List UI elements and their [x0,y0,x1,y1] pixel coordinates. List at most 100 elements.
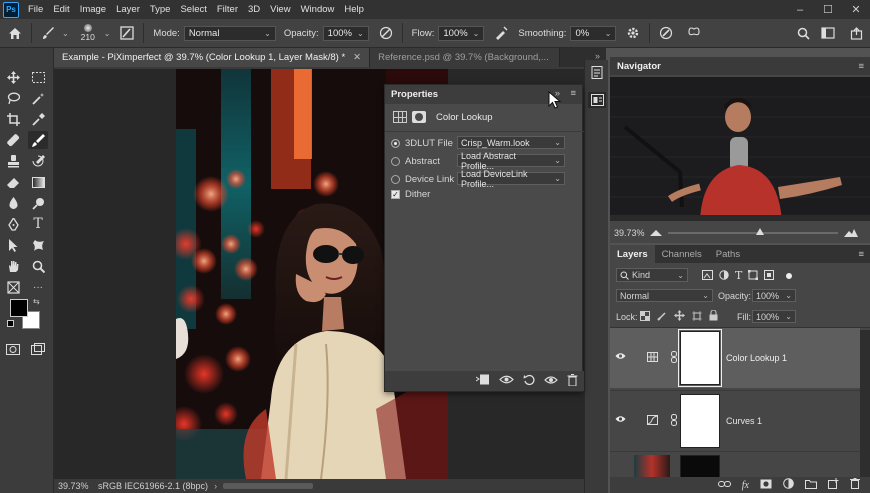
menu-filter[interactable]: Filter [212,4,243,15]
history-panel-icon[interactable] [588,64,606,80]
dither-option[interactable]: ✓ Dither [391,189,430,200]
pen-tool-icon[interactable] [3,215,23,233]
hand-tool-icon[interactable] [3,257,23,275]
lock-artboard-icon[interactable] [692,310,702,323]
mask-icon[interactable] [412,111,426,123]
lut-file-radio[interactable] [391,139,400,148]
smoothing-field[interactable]: 0% ⌄ [570,25,617,41]
status-menu-icon[interactable]: › [214,481,217,491]
tab-paths[interactable]: Paths [709,245,747,263]
link-icon[interactable] [671,414,677,428]
history-brush-tool-icon[interactable] [28,152,48,170]
layer-mask-thumbnail[interactable] [678,329,722,387]
symmetry-butterfly-icon[interactable] [683,22,705,44]
layer-row-color-lookup[interactable]: Color Lookup 1 [610,328,860,388]
search-icon[interactable] [792,22,814,44]
lasso-tool-icon[interactable] [3,89,23,107]
close-button[interactable]: ✕ [842,0,870,19]
marquee-tool-icon[interactable] [28,68,48,86]
fill-field[interactable]: 100% ⌄ [752,310,796,323]
home-icon[interactable] [4,22,26,44]
brush-tool-icon[interactable] [37,22,59,44]
close-icon[interactable]: ✕ [353,52,361,63]
pressure-opacity-icon[interactable] [375,22,397,44]
gear-icon[interactable] [622,22,644,44]
menu-file[interactable]: File [23,4,48,15]
link-layers-icon[interactable] [717,480,731,491]
tab-channels[interactable]: Channels [655,245,709,263]
menu-help[interactable]: Help [339,4,369,15]
zoom-out-mountain-icon[interactable] [650,228,662,238]
zoom-slider[interactable] [668,228,838,235]
lock-transparent-icon[interactable] [640,310,650,323]
panel-menu-icon[interactable]: ≡ [858,61,864,72]
layer-mask-thumbnail[interactable] [680,455,720,477]
chevron-down-icon[interactable]: ⌄ [104,29,111,38]
eraser-tool-icon[interactable] [3,173,23,191]
clone-stamp-tool-icon[interactable] [3,152,23,170]
device-link-dropdown[interactable]: Load DeviceLink Profile... ⌄ [457,169,565,189]
abstract-dropdown[interactable]: Load Abstract Profile... ⌄ [457,151,565,171]
layer-row-partial[interactable] [610,451,860,477]
view-previous-state-icon[interactable] [499,374,514,388]
filter-toggle-icon[interactable] [786,272,793,279]
menu-edit[interactable]: Edit [48,4,74,15]
lock-position-icon[interactable] [674,310,685,323]
clip-to-layer-icon[interactable] [475,374,490,388]
dither-checkbox[interactable]: ✓ [391,190,400,199]
layer-opacity-field[interactable]: 100% ⌄ [752,289,796,302]
zoom-in-mountain-icon[interactable] [844,228,858,239]
fx-icon[interactable]: fx [742,480,749,491]
healing-brush-tool-icon[interactable] [3,131,23,149]
properties-panel-icon[interactable] [588,92,606,108]
menu-image[interactable]: Image [75,4,111,15]
layers-scrollbar[interactable] [860,330,870,477]
trash-icon[interactable] [567,373,578,389]
tab-layers[interactable]: Layers [610,245,655,263]
navigator-preview[interactable] [610,77,870,221]
menu-3d[interactable]: 3D [243,4,265,15]
magic-wand-tool-icon[interactable] [28,89,48,107]
tab-reference-document[interactable]: Reference.psd @ 39.7% (Background,... [370,48,561,67]
type-tool-icon[interactable]: T [28,215,48,233]
lock-all-icon[interactable] [709,309,718,323]
layer-name[interactable]: Curves 1 [726,416,762,426]
filter-shape-icon[interactable] [748,269,759,282]
lock-image-icon[interactable] [657,311,667,323]
custom-shape-tool-icon[interactable] [28,236,48,254]
trash-icon[interactable] [850,478,860,492]
pressure-size-icon[interactable] [655,22,677,44]
filter-pixel-icon[interactable] [702,269,713,282]
workspace-icon[interactable] [817,22,839,44]
link-icon[interactable] [671,351,677,365]
more-tools-icon[interactable]: ··· [28,278,48,296]
filter-type-icon[interactable]: T [735,269,742,282]
new-adjustment-icon[interactable] [783,478,794,492]
mode-dropdown[interactable]: Normal ⌄ [183,25,276,41]
panel-menu-icon[interactable]: ≡ [858,249,864,260]
blend-mode-dropdown[interactable]: Normal ⌄ [616,289,713,302]
panel-menu-icon[interactable]: ≡ [570,88,576,99]
lut-file-dropdown[interactable]: Crisp_Warm.look ⌄ [457,136,565,149]
layer-filter-dropdown[interactable]: Kind ⌄ [616,268,688,282]
brush-preset-picker[interactable]: 210 [75,24,101,42]
add-mask-icon[interactable] [760,479,772,492]
abstract-radio[interactable] [391,157,400,166]
eyedropper-tool-icon[interactable] [28,110,48,128]
flow-field[interactable]: 100% ⌄ [438,25,485,41]
brush-tool-icon[interactable] [28,131,48,149]
toggle-visibility-icon[interactable] [544,375,558,388]
layer-name[interactable]: Color Lookup 1 [726,353,787,363]
new-layer-icon[interactable] [828,478,839,492]
layer-row-curves[interactable]: Curves 1 [610,390,860,450]
eye-icon[interactable] [615,352,626,363]
blur-tool-icon[interactable] [3,194,23,212]
screen-mode-icon[interactable] [28,340,48,358]
maximize-button[interactable]: ☐ [814,0,842,19]
airbrush-icon[interactable] [490,22,512,44]
minimize-button[interactable]: – [786,0,814,19]
menu-select[interactable]: Select [175,4,211,15]
reset-icon[interactable] [523,374,535,389]
zoom-tool-icon[interactable] [28,257,48,275]
device-link-option[interactable]: Device Link [391,174,454,185]
